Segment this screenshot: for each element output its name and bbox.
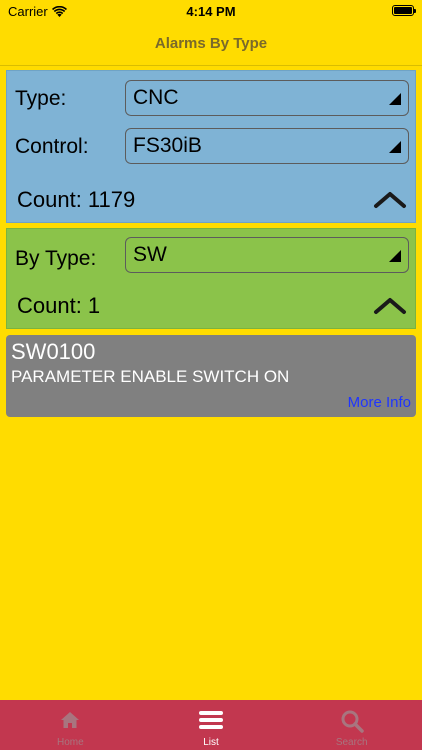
chevron-up-icon[interactable] (373, 189, 407, 209)
tab-label: Search (335, 737, 368, 748)
more-info-link[interactable]: More Info (348, 394, 411, 411)
chevron-up-icon[interactable] (373, 295, 407, 315)
type-select-value: CNC (133, 86, 179, 109)
tab-home[interactable]: Home (0, 700, 141, 750)
by-type-label: By Type: (15, 247, 97, 270)
nav-divider (0, 65, 422, 66)
by-type-select[interactable]: SW (125, 237, 409, 273)
page-title: Alarms By Type (154, 35, 268, 52)
control-select[interactable]: FS30iB (125, 128, 409, 164)
alarm-description: PARAMETER ENABLE SWITCH ON (11, 367, 290, 386)
status-bar: Carrier 4:14 PM (0, 0, 422, 22)
alarm-code: SW0100 (11, 339, 96, 364)
dropdown-arrow-icon (389, 250, 401, 262)
type-label: Type: (15, 87, 67, 110)
by-type-count: Count: 1 (17, 293, 101, 318)
status-time: 4:14 PM (186, 4, 236, 19)
home-icon (61, 712, 80, 728)
type-select[interactable]: CNC (125, 80, 409, 116)
by-type-panel: By Type: SW Count: 1 (6, 228, 416, 329)
tab-search[interactable]: Search (281, 700, 422, 750)
control-select-value: FS30iB (133, 134, 202, 157)
tab-label: List (203, 737, 219, 748)
dropdown-arrow-icon (389, 141, 401, 153)
list-icon (199, 711, 223, 729)
dropdown-arrow-icon (389, 93, 401, 105)
tab-bar: Home List Search (0, 700, 422, 750)
filter-panel: Type: CNC Control: FS30iB Count: 1179 (6, 70, 416, 223)
type-count: Count: 1179 (17, 187, 136, 212)
search-icon (341, 710, 364, 733)
alarm-list-item[interactable]: SW0100 PARAMETER ENABLE SWITCH ON More I… (6, 335, 416, 417)
control-label: Control: (15, 135, 89, 158)
battery-icon (392, 5, 416, 16)
by-type-select-value: SW (133, 243, 167, 266)
tab-list[interactable]: List (141, 700, 282, 750)
tab-label: Home (56, 737, 84, 748)
